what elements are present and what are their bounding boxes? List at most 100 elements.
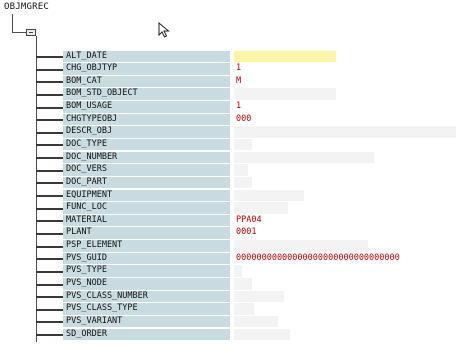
tree-branch-connector [36,245,63,248]
tree-branch-connector [36,119,63,122]
field-row: BOM_STD_OBJECT [0,88,474,101]
field-value[interactable] [234,151,374,164]
tree-branch-connector [36,308,63,311]
field-row: FUNC_LOC [0,202,474,215]
field-value[interactable] [234,189,304,202]
field-row: EQUIPMENT [0,189,474,202]
field-name: PVS_VARIANT [63,315,230,328]
field-name: FUNC_LOC [63,202,230,214]
field-value[interactable] [234,164,248,176]
field-row: PVS_GUID 00000000000000000000000000000000 [0,252,474,265]
tree-branch-connector [36,207,63,210]
field-name: DOC_VERS [63,164,230,176]
field-value[interactable] [234,138,252,151]
field-row: PSP_ELEMENT [0,240,474,253]
field-value[interactable] [234,126,456,138]
focus-bracket [332,51,336,54]
field-name: BOM_USAGE [63,101,230,113]
field-value[interactable] [234,265,242,277]
field-row: PVS_NODE [0,278,474,291]
tree-branch-connector [36,220,63,223]
field-name: CHGTYPEOBJ [63,113,230,126]
field-name: BOM_STD_OBJECT [63,88,230,100]
field-value[interactable] [234,176,252,189]
field-row: MATERIAL PPA04 [0,214,474,227]
tree-branch-connector [36,182,63,185]
field-value[interactable]: M [234,75,284,88]
field-value[interactable] [234,202,288,214]
field-row: SD_ORDER [0,328,474,341]
field-value[interactable] [234,290,284,303]
tree-branch-connector [36,169,63,172]
focus-bracket [234,59,238,62]
field-name: DESCR_OBJ [63,126,230,138]
field-value[interactable]: 00000000000000000000000000000000 [234,252,456,265]
focus-bracket [332,59,336,62]
field-row: BOM_CAT M [0,75,474,88]
field-name: PLANT [63,227,230,239]
tree-branch-connector [36,56,63,58]
field-name: PVS_NODE [63,278,230,290]
field-name: EQUIPMENT [63,189,230,202]
tree-branch-connector [36,258,63,261]
tree-branch-connector [36,93,63,96]
field-row: DOC_PART [0,176,474,189]
field-row: PVS_CLASS_TYPE [0,303,474,316]
tree-branch-connector [36,232,63,235]
field-name: MATERIAL [63,214,230,227]
field-value[interactable]: PPA04 [234,214,294,227]
tree-connector-root [12,14,13,33]
tree-branch-connector [36,334,63,337]
tree-branch-connector [36,296,63,299]
field-name: PSP_ELEMENT [63,240,230,252]
field-name: PVS_TYPE [63,265,230,277]
field-name: CHG_OBJTYP [63,63,230,75]
tree-branch-connector [36,283,63,286]
field-row: DESCR_OBJ [0,126,474,139]
field-row: DOC_VERS [0,164,474,177]
field-row: PVS_TYPE [0,265,474,278]
field-list: ALT_DATE CHG_OBJTYP 1 BOM_CAT M BOM_STD_OBJEC… [0,50,474,341]
tree-branch-connector [36,157,63,160]
field-value[interactable] [234,303,254,315]
tree-branch-connector [36,144,63,147]
field-row: CHGTYPEOBJ 000 [0,113,474,126]
field-name: PVS_GUID [63,252,230,265]
field-value[interactable]: 0001 [234,227,294,239]
field-row: DOC_TYPE [0,138,474,151]
field-value[interactable]: 000 [234,113,294,126]
field-value[interactable] [234,278,252,290]
field-value[interactable]: 1 [234,63,284,75]
field-name: ALT_DATE [63,50,230,62]
field-row: ALT_DATE [0,50,474,63]
tree-branch-connector [36,270,63,273]
field-value[interactable] [234,88,336,100]
field-name: DOC_TYPE [63,138,230,151]
field-row: PVS_VARIANT [0,315,474,328]
field-name: BOM_CAT [63,75,230,88]
field-row: PLANT 0001 [0,227,474,240]
field-value[interactable] [234,240,368,252]
field-value[interactable] [234,315,278,328]
tree-connector-root-h [12,32,26,33]
field-row: PVS_CLASS_NUMBER [0,290,474,303]
folder-expanded-icon[interactable] [26,29,36,36]
mouse-cursor-icon [158,22,170,38]
field-row: CHG_OBJTYP 1 [0,63,474,76]
field-value-input-active[interactable] [234,50,336,62]
field-value[interactable]: 1 [234,101,274,113]
field-name: DOC_NUMBER [63,151,230,164]
field-value[interactable] [234,328,290,341]
field-name: PVS_CLASS_NUMBER [63,290,230,303]
field-name: DOC_PART [63,176,230,189]
tree-branch-connector [36,131,63,134]
focus-bracket [234,51,238,54]
field-row: DOC_NUMBER [0,151,474,164]
tree-branch-connector [36,68,63,71]
field-row: BOM_USAGE 1 [0,101,474,114]
tree-branch-connector [36,81,63,84]
tree-branch-connector [36,321,63,324]
tree-branch-connector [36,195,63,198]
field-name: PVS_CLASS_TYPE [63,303,230,315]
root-node-label[interactable]: OBJMGREC [4,2,49,12]
